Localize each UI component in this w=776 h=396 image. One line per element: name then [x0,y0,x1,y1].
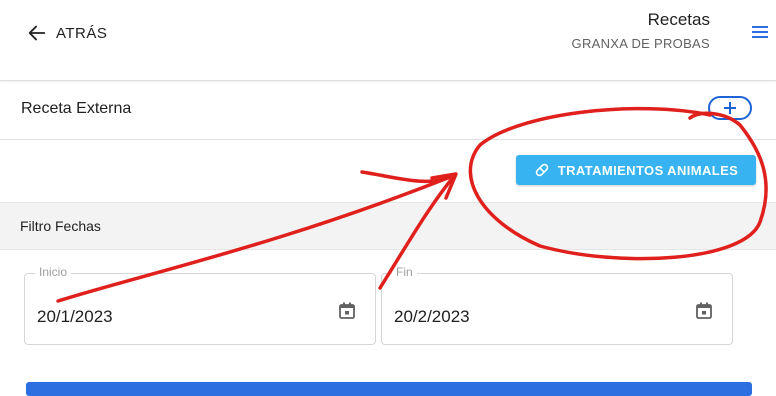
calendar-icon[interactable] [694,301,714,321]
page-title: Recetas [647,10,710,29]
app-header: ATRÁS Recetas GRANXA DE PROBAS [0,0,776,81]
pill-icon [535,163,549,177]
plus-icon [724,102,736,114]
title-block: Recetas GRANXA DE PROBAS [572,10,710,51]
end-date-field[interactable]: Fin 20/2/2023 [381,265,733,345]
section-label: Receta Externa [21,100,132,117]
hamburger-menu-icon[interactable] [750,22,770,42]
start-date-field[interactable]: Inicio 20/1/2023 [24,265,376,345]
calendar-icon[interactable] [337,301,357,321]
animal-treatments-button[interactable]: TRATAMIENTOS ANIMALES [516,155,756,185]
start-date-value: 20/1/2023 [37,307,113,326]
back-label: ATRÁS [56,24,108,42]
farm-name: GRANXA DE PROBAS [571,36,710,51]
search-button[interactable] [26,382,752,396]
arrow-left-icon [28,25,46,41]
end-date-value: 20/2/2023 [394,307,470,326]
animal-treatments-label: TRATAMIENTOS ANIMALES [557,162,739,178]
end-date-label: Fin [392,265,417,279]
external-recipe-row: Receta Externa [0,81,776,140]
add-recipe-button[interactable] [708,96,752,120]
filter-label: Filtro Fechas [20,218,101,234]
date-filter-header: Filtro Fechas [0,202,776,250]
back-button[interactable]: ATRÁS [26,22,107,44]
start-date-label: Inicio [35,265,72,279]
annotation-arrow-tail [360,170,457,184]
annotation-arrowhead [430,172,458,200]
